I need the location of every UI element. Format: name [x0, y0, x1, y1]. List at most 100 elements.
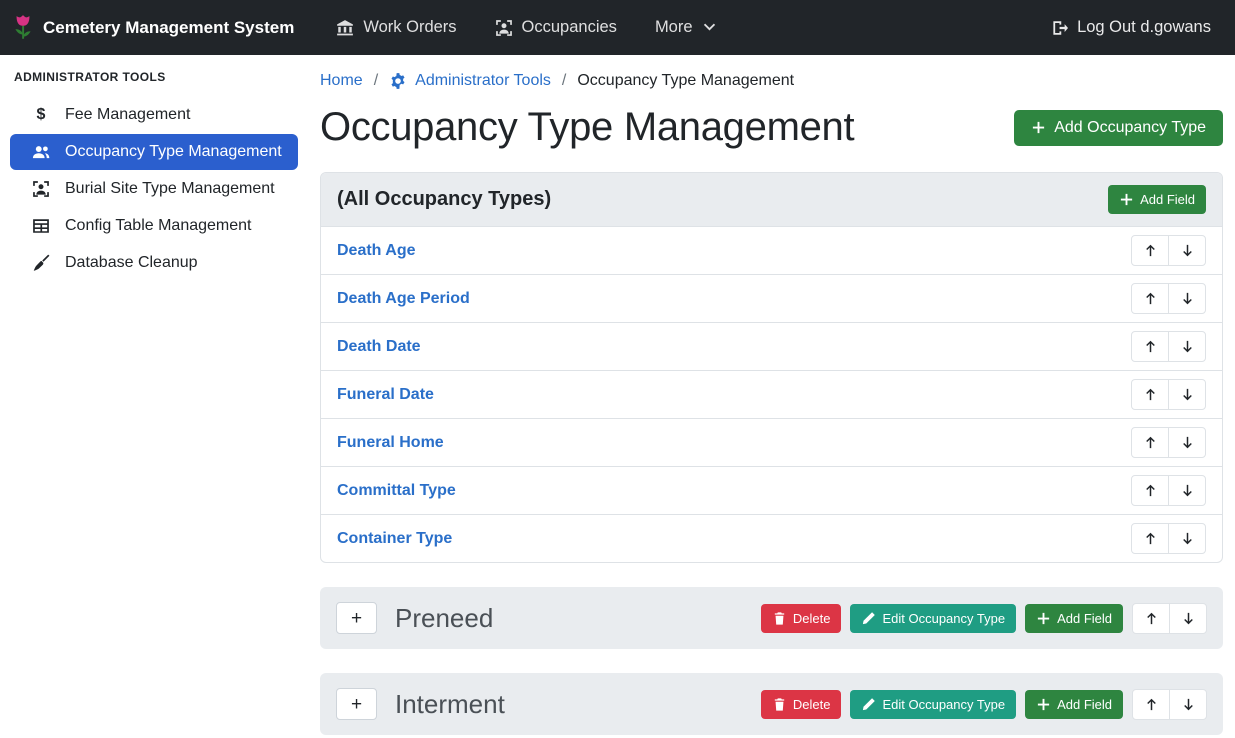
move-down-button[interactable] [1168, 235, 1206, 266]
field-row: Funeral Date [321, 371, 1222, 419]
move-up-button[interactable] [1131, 331, 1169, 362]
delete-button[interactable]: Delete [761, 604, 842, 633]
occupancy-type-section-preneed: + Preneed Delete Edit Occupancy Type Add… [320, 587, 1223, 649]
sidebar-item-fee-management[interactable]: $ Fee Management [10, 97, 298, 133]
page-title: Occupancy Type Management [320, 105, 854, 150]
reorder-group [1131, 379, 1206, 410]
sidebar-item-burial-site-type-management[interactable]: Burial Site Type Management [10, 171, 298, 207]
arrow-down-icon [1180, 435, 1195, 450]
edit-occupancy-type-button[interactable]: Edit Occupancy Type [850, 690, 1016, 719]
reorder-group [1131, 283, 1206, 314]
main-content: Home / Administrator Tools / Occupancy T… [308, 55, 1235, 738]
reorder-group [1131, 331, 1206, 362]
add-field-label: Add Field [1140, 192, 1195, 207]
all-occupancy-types-card: (All Occupancy Types) Add Field Death Ag… [320, 172, 1223, 563]
move-down-button[interactable] [1169, 603, 1207, 634]
add-field-label: Add Field [1057, 697, 1112, 712]
occupancy-type-section-interment: + Interment Delete Edit Occupancy Type A… [320, 673, 1223, 735]
move-down-button[interactable] [1168, 427, 1206, 458]
field-row: Death Age Period [321, 275, 1222, 323]
field-link-container-type[interactable]: Container Type [337, 530, 452, 548]
breadcrumb-home[interactable]: Home [320, 72, 363, 90]
field-link-committal-type[interactable]: Committal Type [337, 482, 456, 500]
field-link-death-age-period[interactable]: Death Age Period [337, 290, 470, 308]
field-row: Death Age [321, 227, 1222, 275]
field-row: Funeral Home [321, 419, 1222, 467]
sidebar: ADMINISTRATOR TOOLS $ Fee Management Occ… [0, 55, 308, 738]
pencil-icon [861, 697, 876, 712]
move-down-button[interactable] [1169, 689, 1207, 720]
nav-occupancies[interactable]: Occupancies [495, 18, 617, 37]
sidebar-item-config-table-management[interactable]: Config Table Management [10, 208, 298, 244]
field-link-funeral-home[interactable]: Funeral Home [337, 434, 444, 452]
move-up-button[interactable] [1132, 603, 1170, 634]
delete-button[interactable]: Delete [761, 690, 842, 719]
edit-label: Edit Occupancy Type [882, 611, 1005, 626]
tulip-logo-icon [12, 14, 34, 42]
arrow-up-icon [1143, 339, 1158, 354]
arrow-down-icon [1180, 483, 1195, 498]
section-actions: Delete Edit Occupancy Type Add Field [761, 689, 1207, 720]
chevron-down-icon [702, 20, 717, 35]
gear-icon [389, 72, 407, 90]
move-up-button[interactable] [1132, 689, 1170, 720]
app-brand[interactable]: Cemetery Management System [12, 14, 294, 42]
reorder-group [1131, 235, 1206, 266]
move-down-button[interactable] [1168, 379, 1206, 410]
sidebar-header: ADMINISTRATOR TOOLS [10, 65, 298, 97]
move-up-button[interactable] [1131, 283, 1169, 314]
move-up-button[interactable] [1131, 379, 1169, 410]
sidebar-item-label: Burial Site Type Management [65, 180, 275, 198]
arrow-up-icon [1143, 435, 1158, 450]
logout-button[interactable]: Log Out d.gowans [1050, 18, 1211, 37]
expand-button[interactable]: + [336, 688, 377, 720]
bank-icon [336, 19, 354, 37]
move-down-button[interactable] [1168, 475, 1206, 506]
nav-work-orders-label: Work Orders [363, 18, 456, 37]
move-down-button[interactable] [1168, 283, 1206, 314]
nav-work-orders[interactable]: Work Orders [336, 18, 456, 37]
add-field-button[interactable]: Add Field [1025, 604, 1123, 633]
occupancy-type-title: Interment [395, 689, 505, 720]
logout-label: Log Out d.gowans [1077, 18, 1211, 37]
field-link-death-date[interactable]: Death Date [337, 338, 421, 356]
arrow-up-icon [1143, 243, 1158, 258]
add-field-button[interactable]: Add Field [1025, 690, 1123, 719]
move-up-button[interactable] [1131, 235, 1169, 266]
expand-button[interactable]: + [336, 602, 377, 634]
sidebar-item-database-cleanup[interactable]: Database Cleanup [10, 245, 298, 281]
plus-icon [1031, 120, 1046, 135]
reorder-group [1131, 523, 1206, 554]
top-navbar: Cemetery Management System Work Orders O… [0, 0, 1235, 55]
navbar-menu: Work Orders Occupancies More [336, 18, 716, 37]
add-field-button[interactable]: Add Field [1108, 185, 1206, 214]
logout-icon [1050, 19, 1068, 37]
nav-occupancies-label: Occupancies [522, 18, 617, 37]
occupancy-type-title: Preneed [395, 603, 493, 634]
person-bounding-box-icon [30, 180, 52, 198]
arrow-up-icon [1144, 697, 1159, 712]
add-occupancy-type-button[interactable]: Add Occupancy Type [1014, 110, 1223, 146]
card-title: (All Occupancy Types) [337, 188, 551, 211]
sidebar-item-label: Config Table Management [65, 217, 252, 235]
move-down-button[interactable] [1168, 523, 1206, 554]
arrow-down-icon [1181, 697, 1196, 712]
sidebar-item-occupancy-type-management[interactable]: Occupancy Type Management [10, 134, 298, 170]
move-down-button[interactable] [1168, 331, 1206, 362]
reorder-group [1131, 475, 1206, 506]
field-row: Committal Type [321, 467, 1222, 515]
edit-occupancy-type-button[interactable]: Edit Occupancy Type [850, 604, 1016, 633]
section-actions: Delete Edit Occupancy Type Add Field [761, 603, 1207, 634]
sidebar-item-label: Database Cleanup [65, 254, 198, 272]
breadcrumb-administrator-tools[interactable]: Administrator Tools [389, 72, 551, 90]
breadcrumb-separator: / [562, 72, 566, 90]
title-row: Occupancy Type Management Add Occupancy … [320, 105, 1223, 150]
arrow-up-icon [1143, 291, 1158, 306]
move-up-button[interactable] [1131, 427, 1169, 458]
move-up-button[interactable] [1131, 475, 1169, 506]
field-link-funeral-date[interactable]: Funeral Date [337, 386, 434, 404]
field-link-death-age[interactable]: Death Age [337, 242, 416, 260]
move-up-button[interactable] [1131, 523, 1169, 554]
nav-more[interactable]: More [655, 18, 717, 37]
app-title: Cemetery Management System [43, 18, 294, 38]
